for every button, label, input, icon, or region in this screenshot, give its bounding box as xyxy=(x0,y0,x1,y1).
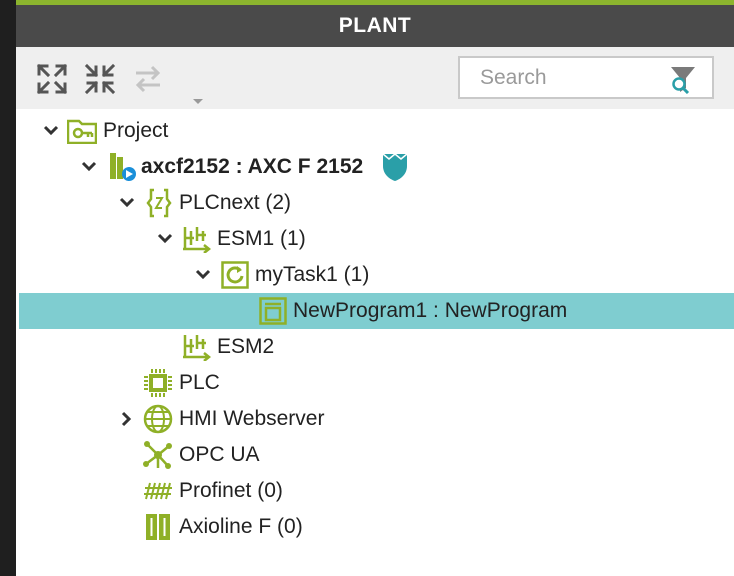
tree-item-label: myTask1 (1) xyxy=(255,263,370,286)
search-box xyxy=(458,56,714,99)
chip-icon xyxy=(143,368,173,398)
axioline-icon xyxy=(143,512,173,542)
tree-item-mytask1[interactable]: myTask1 (1) xyxy=(16,257,734,293)
tree-item-label: PLC xyxy=(179,371,220,394)
chevron-down-icon[interactable] xyxy=(117,193,137,213)
tree-item-newprogram1[interactable]: NewProgram1 : NewProgram xyxy=(19,293,734,329)
tree-item-label: Axioline F (0) xyxy=(179,515,303,538)
chevron-down-icon[interactable] xyxy=(155,229,175,249)
tree-item-label: ESM2 xyxy=(217,335,275,358)
plant-panel: PLANT Search Project axcf2152: AXC F 21… xyxy=(16,0,734,576)
expand-all-icon[interactable] xyxy=(34,61,70,97)
esm-icon xyxy=(182,224,212,254)
toolbar-overflow-icon[interactable] xyxy=(192,93,204,111)
security-shield-icon xyxy=(380,152,410,182)
tree-item-profinet[interactable]: Profinet (0) xyxy=(16,473,734,509)
program-icon xyxy=(258,296,288,326)
tree-item-label: OPC UA xyxy=(179,443,260,466)
search-filter-icon[interactable] xyxy=(668,64,698,99)
collapse-all-icon[interactable] xyxy=(82,61,118,97)
tree-item-axioline[interactable]: Axioline F (0) xyxy=(16,509,734,545)
cyclic-task-icon xyxy=(220,260,250,290)
chevron-down-icon[interactable] xyxy=(79,157,99,177)
controller-icon xyxy=(107,152,137,182)
chevron-down-icon[interactable] xyxy=(193,265,213,285)
chevron-right-icon[interactable] xyxy=(117,409,137,429)
panel-header: PLANT xyxy=(16,5,734,47)
tree-item-device[interactable]: axcf2152 : AXC F 2152 xyxy=(16,149,734,185)
tree-item-label: Project xyxy=(103,119,169,142)
network-hub-icon xyxy=(143,440,173,470)
panel-title: PLANT xyxy=(338,14,412,37)
tree-item-label: axcf2152 : AXC F 2152 xyxy=(141,155,364,178)
tree-item-label: Profinet (0) xyxy=(179,479,283,502)
tree-item-esm2[interactable]: ESM2 xyxy=(16,329,734,365)
chevron-down-icon[interactable] xyxy=(41,121,61,141)
tree-item-label: ESM1 (1) xyxy=(217,227,306,250)
sync-arrows-icon[interactable] xyxy=(130,61,166,97)
braces-icon xyxy=(144,188,174,218)
project-icon xyxy=(67,116,97,146)
tree-item-opcua[interactable]: OPC UA xyxy=(16,437,734,473)
tree-item-plc[interactable]: PLC xyxy=(16,365,734,401)
globe-icon xyxy=(143,404,173,434)
toolbar xyxy=(16,47,734,109)
tree-item-label: NewProgram1 : NewProgram xyxy=(293,299,568,322)
search-input[interactable] xyxy=(460,58,680,97)
tree-item-label: PLCnext (2) xyxy=(179,191,292,214)
tree-item-label: HMI Webserver xyxy=(179,407,325,430)
tree-item-plcnext[interactable]: PLCnext (2) xyxy=(16,185,734,221)
tree-item-hmi[interactable]: HMI Webserver xyxy=(16,401,734,437)
esm-icon xyxy=(182,332,212,362)
tree-item-esm1[interactable]: ESM1 (1) xyxy=(16,221,734,257)
profinet-icon xyxy=(143,476,173,506)
tree-item-project[interactable]: Project xyxy=(16,113,734,149)
